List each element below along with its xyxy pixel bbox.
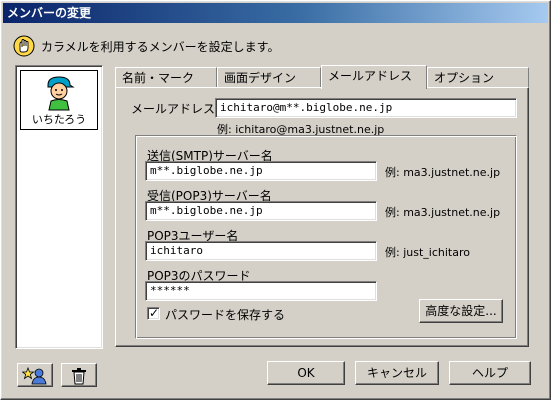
advanced-settings-button[interactable]: 高度な設定... <box>419 299 503 323</box>
intro-text: カラメルを利用するメンバーを設定します。 <box>41 39 280 54</box>
smtp-input[interactable]: m**.biglobe.ne.jp <box>145 161 377 181</box>
add-member-button[interactable] <box>17 363 53 387</box>
member-name: いちたろう <box>31 113 87 126</box>
mail-address-input[interactable]: ichitaro@m**.biglobe.ne.jp <box>215 98 517 118</box>
tab-label: 画面デザイン <box>224 71 297 85</box>
pop3-input[interactable]: m**.biglobe.ne.jp <box>145 201 377 221</box>
mail-address-label: メールアドレス <box>131 102 216 116</box>
pop3-user-input[interactable]: ichitaro <box>145 241 377 261</box>
trash-icon <box>72 368 86 385</box>
intro: カラメルを利用するメンバーを設定します。 <box>13 33 279 59</box>
tab-label: オプション <box>434 71 495 85</box>
tab-options[interactable]: オプション <box>427 67 529 87</box>
hand-icon <box>13 35 35 57</box>
tab-bar: 名前・マーク 画面デザイン メールアドレス オプション <box>115 65 529 89</box>
help-button[interactable]: ヘルプ <box>449 361 531 385</box>
pop3-password-input[interactable]: ****** <box>145 281 377 301</box>
tab-label: メールアドレス <box>328 69 413 83</box>
member-avatar-icon <box>47 76 75 111</box>
save-password-checkbox[interactable]: ✓ <box>147 306 160 320</box>
add-member-icon <box>22 367 47 385</box>
ok-button[interactable]: OK <box>267 361 345 385</box>
dialog-window: メンバーの変更 カラメルを利用するメンバーを設定します。 いちたろう 名前・マー… <box>0 0 551 400</box>
check-icon: ✓ <box>149 306 160 320</box>
tab-screen-design[interactable]: 画面デザイン <box>217 67 321 87</box>
window-title: メンバーの変更 <box>7 6 92 20</box>
pop3-example: 例: ma3.justnet.ne.jp <box>385 206 501 219</box>
title-bar[interactable]: メンバーの変更 <box>3 3 548 23</box>
member-list[interactable]: いちたろう <box>15 65 103 349</box>
smtp-example: 例: ma3.justnet.ne.jp <box>385 166 501 179</box>
member-item[interactable]: いちたろう <box>20 70 98 130</box>
tab-label: 名前・マーク <box>122 71 195 85</box>
cancel-button[interactable]: キャンセル <box>355 361 439 385</box>
save-password-label[interactable]: パスワードを保存する <box>165 306 285 323</box>
tab-mail-address[interactable]: メールアドレス <box>321 65 427 89</box>
pop3-user-example: 例: just_ichitaro <box>385 246 470 259</box>
tab-name-mark[interactable]: 名前・マーク <box>115 67 217 87</box>
delete-member-button[interactable] <box>61 363 97 387</box>
